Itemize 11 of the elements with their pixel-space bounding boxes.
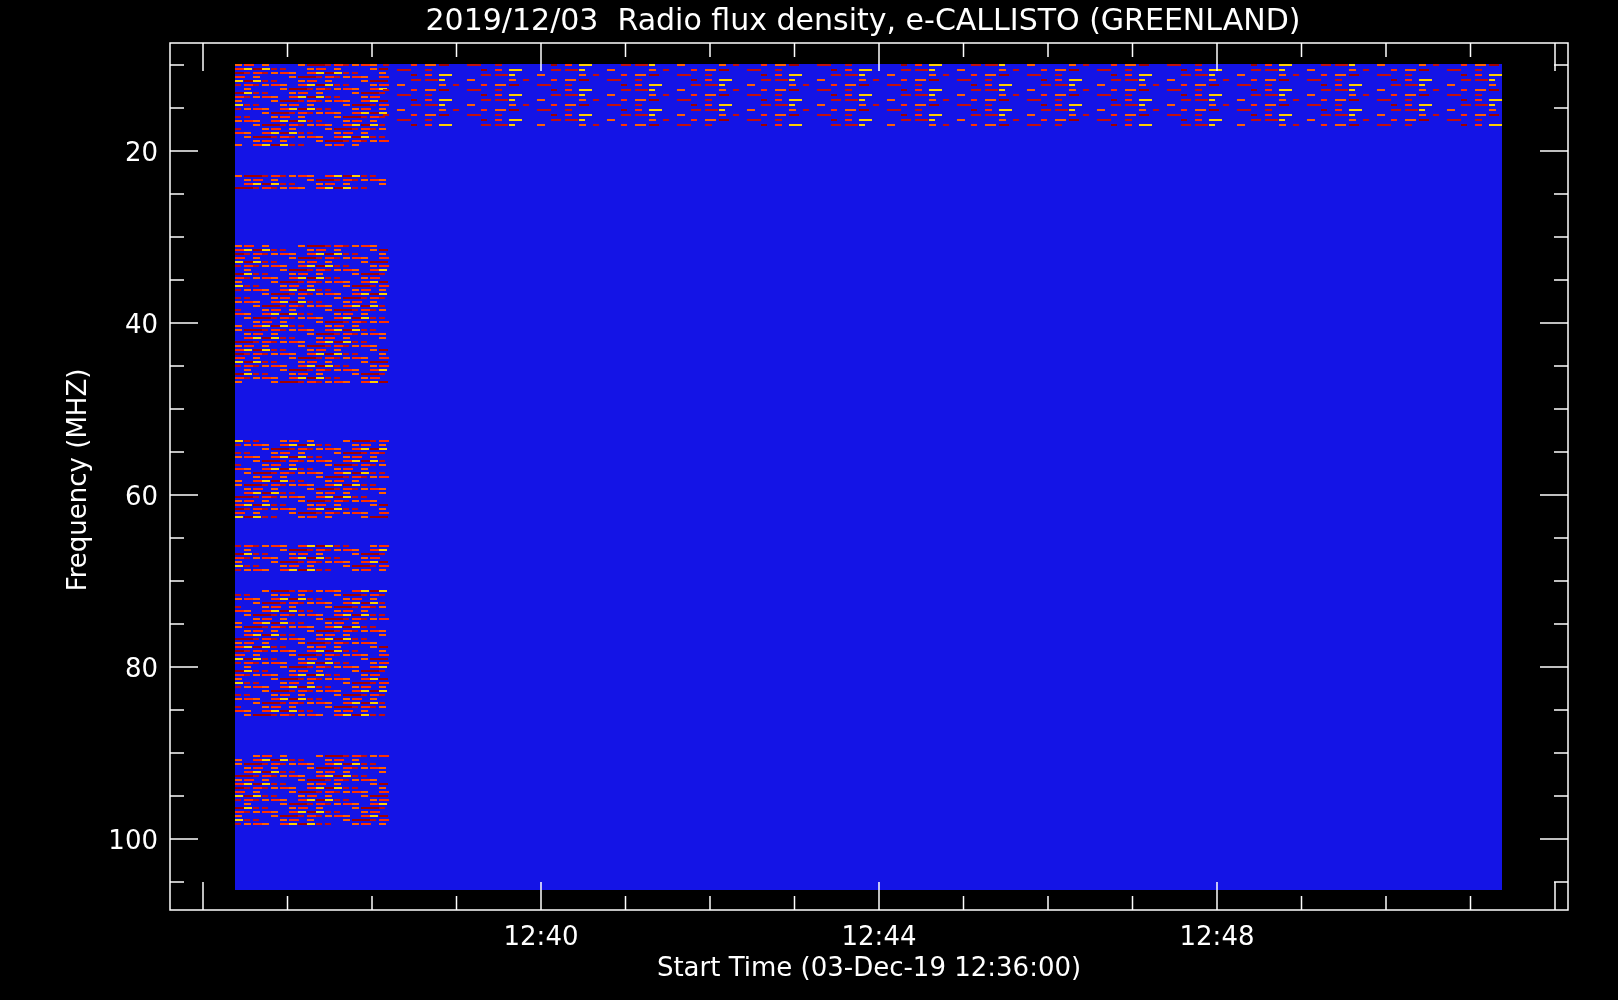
x-tick-label: 12:40 [503,921,579,951]
y-tick-label: 60 [124,481,158,511]
y-axis-label: Frequency (MHZ) [62,368,92,592]
x-axis-label: Start Time (03-Dec-19 12:36:00) [656,952,1082,982]
y-tick-label: 80 [124,653,158,683]
y-tick-label: 20 [124,137,158,167]
x-tick-label: 12:44 [841,921,917,951]
plot-title: 2019/12/03 Radio flux density, e-CALLISTO (GREENLAND) [425,2,1301,37]
y-tick-label: 100 [108,825,158,855]
x-tick-label: 12:48 [1179,921,1255,951]
y-tick-label: 40 [124,309,158,339]
